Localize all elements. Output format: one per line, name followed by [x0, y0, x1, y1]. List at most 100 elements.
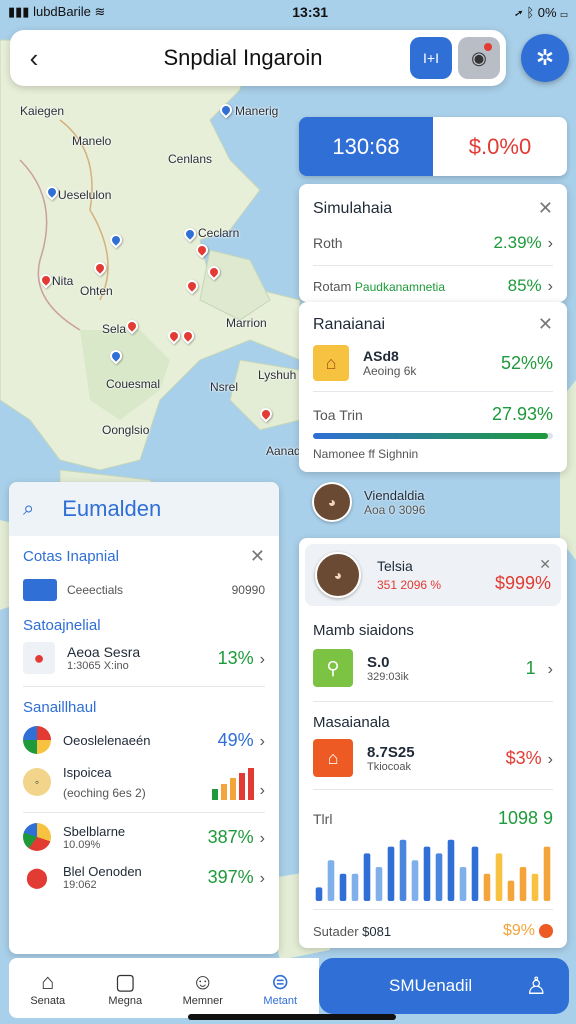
chart-bar[interactable] [495, 853, 503, 901]
coin-icon: ◦ [23, 768, 51, 796]
item-title: Sbelblarne [63, 823, 126, 839]
profile-name: Viendaldia [364, 487, 425, 503]
list-item[interactable]: ◦ Ispoicea (eoching 6es 2) › [23, 764, 265, 800]
list-item[interactable]: ⚲ S.0 329:03ik 1 › [313, 649, 553, 687]
map-label: Ueselulon [58, 188, 112, 202]
nav-label: Megna [108, 995, 143, 1007]
stat-primary[interactable]: 130:68 [299, 117, 433, 176]
close-icon[interactable]: ✕ [250, 546, 265, 567]
footer-value: $081 [362, 923, 392, 939]
battery-label: ➚ ᛒ 0% ▭ [514, 4, 568, 20]
map-label: Cenlans [168, 152, 213, 166]
section-title: Masaianala [313, 714, 390, 731]
card-footer: Namonee ff Sighnin [313, 447, 419, 461]
row-value: 2.39% [493, 233, 542, 252]
chart-bar[interactable] [363, 853, 371, 901]
close-icon[interactable]: ✕ [538, 314, 553, 335]
progress-label: Toa Trin [313, 406, 363, 423]
close-icon[interactable]: ✕ [538, 198, 553, 219]
item-value: 387% [207, 826, 254, 847]
item-value: $3% [505, 747, 542, 768]
chart-bar[interactable] [339, 873, 347, 901]
chart-bar[interactable] [459, 867, 467, 901]
pie-chart-icon [23, 823, 51, 851]
profile-name: Telsia [377, 558, 413, 574]
list-item[interactable]: ⬤ Blel Oenoden 19:062 397% › [23, 863, 265, 891]
camera-button[interactable]: ◉ [458, 37, 500, 79]
map-label: Aanad [266, 444, 301, 458]
chart-bar[interactable] [507, 880, 515, 901]
section-title: Sanaillhaul [23, 699, 97, 716]
mini-bar [247, 767, 254, 800]
section-title: Satoajnelial [23, 617, 101, 634]
profile-row[interactable]: ◕ Telsia 351 2096 % ✕ $999% [305, 544, 561, 606]
chart-bar[interactable] [435, 853, 443, 901]
chart-bar[interactable] [387, 846, 395, 901]
list-item[interactable]: ⌂ 8.7S25 Tkiocoak $3% › [313, 739, 553, 777]
list-item[interactable]: Ceeectials 90990 [23, 579, 265, 601]
nav-item-map[interactable]: ▢ Megna [87, 958, 165, 1018]
chart-bar[interactable] [519, 867, 527, 901]
chart-bar[interactable] [543, 846, 551, 901]
list-item[interactable]: ⌂ ASd8 Aeoing 6k 52%% [313, 345, 553, 381]
search-bar[interactable]: ⌕ Eumalden [9, 482, 279, 536]
dots-icon: ● [23, 642, 55, 674]
list-item[interactable]: Sbelblarne 10.09% 387% › [23, 823, 265, 851]
chart-bar[interactable] [411, 860, 419, 901]
chart-value: 1098 9 [497, 808, 553, 828]
chart-bar[interactable] [447, 839, 455, 901]
settings-button[interactable]: ✲ [521, 34, 569, 82]
chevron-right-icon: › [259, 782, 265, 799]
bottom-nav: ⌂ Senata ▢ Megna ☺ Memner ⊜ Metant [9, 958, 319, 1018]
primary-action-button[interactable]: SMUenadil ♙ [319, 958, 569, 1014]
back-arrow-icon[interactable]: ‹ [12, 36, 56, 80]
chart-bar[interactable] [375, 867, 383, 901]
mini-bar [211, 789, 218, 800]
nav-item-profile[interactable]: ☺ Memner [164, 958, 242, 1018]
row-label: Roth [313, 235, 343, 251]
chart-bar[interactable] [531, 873, 539, 901]
row-label: Rotam [313, 278, 352, 294]
progress-value: 27.93% [491, 404, 553, 424]
item-title: S.0 [367, 653, 390, 671]
chart-bar[interactable] [399, 839, 407, 901]
bar-chart[interactable] [313, 831, 553, 901]
chart-bar[interactable] [423, 846, 431, 901]
card-title: Ranaianai [313, 315, 386, 333]
mini-bar [220, 783, 227, 800]
row-value: 90990 [231, 583, 265, 597]
chart-bar[interactable] [327, 860, 335, 901]
sliders-icon: ⊜ [271, 969, 290, 994]
stat-secondary[interactable]: $.0%0 [433, 117, 567, 176]
map-label: Manerig [235, 104, 279, 118]
nav-item-settings[interactable]: ⊜ Metant [242, 958, 320, 1018]
list-item[interactable]: ● Aeoa Sesra 1:3065 X:ino 13% › [23, 642, 265, 674]
ran-card: Ranaianai ✕ ⌂ ASd8 Aeoing 6k 52%% Toa Tr… [299, 302, 567, 472]
layers-button[interactable]: I+I [410, 37, 452, 79]
nav-label: Metant [263, 995, 298, 1007]
nav-item-home[interactable]: ⌂ Senata [9, 958, 87, 1018]
map-label: Marrion [226, 316, 267, 330]
chart-bar[interactable] [471, 846, 479, 901]
chart-bar[interactable] [315, 887, 323, 901]
list-item[interactable]: Roth 2.39% › [313, 233, 553, 253]
mini-bar [238, 773, 245, 800]
row-sub: Paudkanamnetia [354, 279, 445, 294]
profile-icon: ☺ [191, 969, 214, 994]
list-item[interactable]: Oeoslelenaeén 49% › [23, 726, 265, 754]
map-label: Nita [52, 274, 74, 288]
map-icon: ▢ [114, 969, 136, 994]
progress-track [313, 433, 553, 439]
list-item[interactable]: Rotam Paudkanamnetia 85% › [313, 276, 553, 296]
camera-icon: ◉ [471, 47, 487, 68]
chart-bar[interactable] [483, 873, 491, 901]
nav-label: Senata [30, 995, 66, 1007]
chart-bar[interactable] [351, 873, 359, 901]
chevron-right-icon: › [259, 732, 265, 750]
map-label: Oonglsio [102, 423, 150, 437]
map-label: Sela [102, 322, 127, 336]
item-title: Aeoa Sesra [67, 644, 141, 660]
item-value: 49% [217, 729, 254, 750]
profile-chip[interactable]: ◕ Viendaldia Aoa 0 3096 [312, 482, 425, 522]
close-icon[interactable]: ✕ [495, 556, 551, 573]
